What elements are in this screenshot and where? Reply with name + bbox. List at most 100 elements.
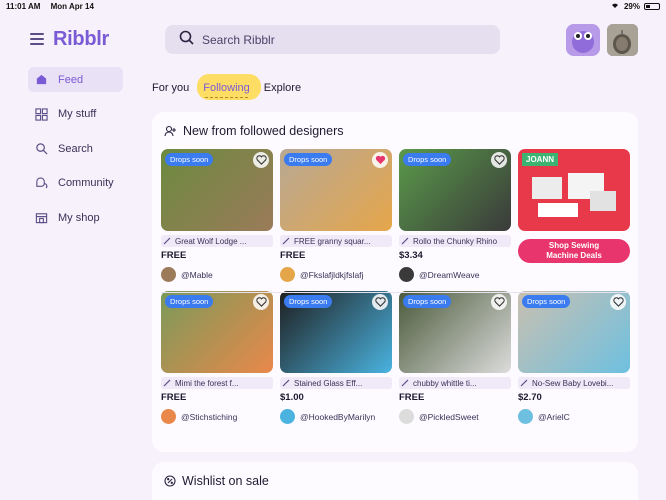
crochet-hook-icon	[401, 237, 409, 245]
avatar[interactable]	[566, 24, 600, 56]
favorite-heart-icon[interactable]	[253, 152, 269, 168]
product-title[interactable]: No-Sew Baby Lovebi...	[518, 377, 630, 389]
product-card[interactable]: Drops soon Stained Glass Eff... $1.00 @H…	[280, 291, 392, 424]
product-card[interactable]: Drops soon No-Sew Baby Lovebi... $2.70 @…	[518, 291, 630, 424]
row-divider	[161, 292, 629, 293]
favorite-heart-icon[interactable]	[372, 294, 388, 310]
crochet-hook-icon	[163, 237, 171, 245]
product-title[interactable]: Mimi the forest f...	[161, 377, 273, 389]
percent-icon	[164, 475, 176, 487]
sidebar-item-label: Community	[58, 177, 114, 189]
app-logo[interactable]: Ribblr	[53, 28, 109, 51]
ad-image[interactable]: JOANN	[518, 149, 630, 231]
tab-for-you[interactable]: For you	[152, 82, 189, 94]
seller-link[interactable]: @ArielC	[518, 409, 630, 424]
drops-soon-badge: Drops soon	[522, 295, 571, 308]
search-bar[interactable]	[165, 25, 500, 54]
product-price: $3.34	[399, 250, 423, 261]
favorite-heart-icon[interactable]	[372, 152, 388, 168]
seller-link[interactable]: @PickledSweet	[399, 409, 511, 424]
sidebar-item-label: Feed	[58, 73, 84, 86]
product-image[interactable]: Drops soon	[280, 291, 392, 373]
crochet-hook-icon	[282, 379, 290, 387]
favorite-heart-icon[interactable]	[253, 294, 269, 310]
menu-icon[interactable]	[30, 33, 44, 45]
wishlist-section: Wishlist on sale	[152, 462, 638, 500]
crochet-hook-icon	[401, 379, 409, 387]
product-title[interactable]: Great Wolf Lodge ...	[161, 235, 273, 247]
drops-soon-badge: Drops soon	[403, 153, 452, 166]
seller-link[interactable]: @DreamWeave	[399, 267, 511, 282]
sidebar-item-community[interactable]: Community	[28, 171, 123, 196]
product-price: FREE	[161, 392, 187, 403]
avatar	[280, 267, 295, 282]
product-price: FREE	[399, 392, 425, 403]
product-card[interactable]: Drops soon Mimi the forest f... FREE @St…	[161, 291, 273, 424]
product-image[interactable]: Drops soon	[280, 149, 392, 231]
search-input[interactable]	[202, 32, 482, 47]
product-title[interactable]: Stained Glass Eff...	[280, 377, 392, 389]
tab-explore[interactable]: Explore	[264, 82, 301, 94]
crochet-hook-icon	[163, 379, 171, 387]
product-title[interactable]: FREE granny squar...	[280, 235, 392, 247]
avatar	[518, 409, 533, 424]
sidebar-item-feed[interactable]: Feed	[28, 67, 123, 92]
section-title: Wishlist on sale	[164, 474, 269, 488]
product-image[interactable]: Drops soon	[161, 149, 273, 231]
avatar	[399, 409, 414, 424]
status-time: 11:01 AM	[6, 1, 41, 11]
search-icon	[179, 30, 194, 50]
sidebar-item-label: Search	[58, 142, 93, 155]
feed-tabs: For you Following Explore	[152, 74, 315, 100]
seller-link[interactable]: @Fkslafjldkjfslafj	[280, 267, 392, 282]
favorite-heart-icon[interactable]	[491, 294, 507, 310]
profile-photo[interactable]	[607, 24, 638, 56]
product-title[interactable]: Rollo the Chunky Rhino	[399, 235, 511, 247]
product-card[interactable]: Drops soon FREE granny squar... FREE @Fk…	[280, 149, 392, 282]
favorite-heart-icon[interactable]	[491, 152, 507, 168]
product-grid: Drops soon Great Wolf Lodge ... FREE @Ma…	[161, 149, 631, 433]
sidebar-item-my-stuff[interactable]: My stuff	[28, 102, 123, 127]
sidebar-item-my-shop[interactable]: My shop	[28, 205, 123, 230]
product-image[interactable]: Drops soon	[518, 291, 630, 373]
drops-soon-badge: Drops soon	[284, 153, 333, 166]
product-image[interactable]: Drops soon	[399, 291, 511, 373]
avatar	[280, 409, 295, 424]
sponsored-ad[interactable]: JOANN Shop Sewing Machine Deals	[518, 149, 630, 282]
avatar	[399, 267, 414, 282]
battery-icon	[644, 2, 660, 10]
crochet-hook-icon	[520, 379, 528, 387]
product-price: $2.70	[518, 392, 542, 403]
seller-link[interactable]: @HookedByMarilyn	[280, 409, 392, 424]
product-title[interactable]: chubby whittle ti...	[399, 377, 511, 389]
status-date: Mon Apr 14	[50, 1, 94, 11]
product-card[interactable]: Drops soon Great Wolf Lodge ... FREE @Ma…	[161, 149, 273, 282]
tab-following[interactable]: Following	[197, 74, 262, 100]
section-title: New from followed designers	[164, 124, 344, 138]
search-icon	[34, 142, 48, 156]
favorite-heart-icon[interactable]	[610, 294, 626, 310]
shop-sewing-machines-button[interactable]: Shop Sewing Machine Deals	[518, 239, 630, 263]
drops-soon-badge: Drops soon	[284, 295, 333, 308]
product-card[interactable]: Drops soon Rollo the Chunky Rhino $3.34 …	[399, 149, 511, 282]
product-price: FREE	[280, 250, 306, 261]
wifi-icon	[610, 1, 620, 11]
followed-designers-section: New from followed designers Drops soon G…	[152, 112, 638, 452]
seller-link[interactable]: @Stichstiching	[161, 409, 273, 424]
status-bar: 11:01 AM Mon Apr 14 29%	[0, 0, 666, 12]
product-card[interactable]: Drops soon chubby whittle ti... FREE @Pi…	[399, 291, 511, 424]
avatar	[161, 409, 176, 424]
product-image[interactable]: Drops soon	[399, 149, 511, 231]
seller-link[interactable]: @Mable	[161, 267, 273, 282]
home-icon	[34, 73, 48, 87]
product-image[interactable]: Drops soon	[161, 291, 273, 373]
product-price: $1.00	[280, 392, 304, 403]
sidebar-item-search[interactable]: Search	[28, 136, 123, 161]
avatar	[161, 267, 176, 282]
sidebar-nav: Feed My stuff Search Community My shop	[28, 67, 123, 240]
crochet-hook-icon	[282, 237, 290, 245]
drops-soon-badge: Drops soon	[403, 295, 452, 308]
user-plus-icon	[164, 125, 177, 137]
grid-icon	[34, 107, 48, 121]
sidebar-item-label: My shop	[58, 211, 100, 224]
